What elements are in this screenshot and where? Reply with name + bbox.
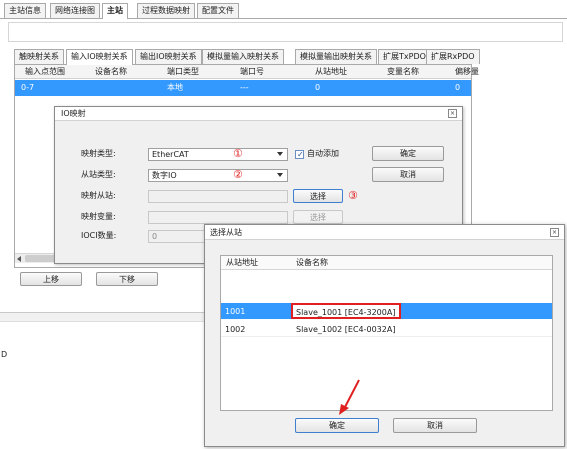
select-cancel-button[interactable]: 取消 [393, 418, 477, 433]
cell-port-type: 本地 [167, 83, 183, 92]
map-slave-field [148, 190, 288, 203]
cell-input-range: 0-7 [21, 83, 35, 92]
list-item-name: Slave_1001 [EC4-3200A] [296, 308, 396, 317]
scroll-left-arrow-icon[interactable] [17, 256, 21, 262]
auto-add-label: 自动添加 [307, 149, 339, 158]
subtab-ext-rxpdo[interactable]: 扩展RxPDO [426, 49, 480, 64]
slave-list-header: 从站地址 设备名称 [221, 256, 552, 270]
select-slave-dialog: 选择从站 × 从站地址 设备名称 1001 Slave_1001 [EC4-32… [204, 224, 565, 447]
col-input-range[interactable]: 输入点范围 [25, 65, 65, 78]
info-area [8, 22, 563, 42]
map-type-value: EtherCAT [152, 150, 189, 159]
select-variable-button: 选择 [293, 210, 343, 224]
io-dialog-title: IO映射 [61, 109, 86, 118]
tab-master[interactable]: 主站 [102, 3, 128, 19]
table-header: 输入点范围 设备名称 端口类型 端口号 从站地址 变量名称 偏移量 [15, 65, 479, 79]
list-item-address: 1001 [225, 307, 246, 316]
map-type-select[interactable]: EtherCAT [148, 148, 288, 161]
col-offset[interactable]: 偏移量 [455, 65, 479, 78]
cell-offset: 0 [455, 83, 461, 92]
subtab-analog-output-map[interactable]: 模拟量输出映射关系 [295, 49, 377, 64]
slave-type-select[interactable]: 数字IO [148, 169, 288, 182]
col-variable-name[interactable]: 变量名称 [387, 65, 419, 78]
lower-panel-text: D [1, 350, 8, 359]
select-slave-button[interactable]: 选择 [293, 189, 343, 203]
col-device-name[interactable]: 设备名称 [95, 65, 127, 78]
subtab-ext-txpdo[interactable]: 扩展TxPDO [378, 49, 431, 64]
subtab-trigger-map[interactable]: 触映射关系 [14, 49, 64, 64]
tab-master-info[interactable]: 主站信息 [4, 3, 46, 18]
io-cancel-button[interactable]: 取消 [372, 167, 444, 182]
highlight-box: Slave_1001 [EC4-3200A] [291, 303, 401, 319]
lower-panel-header [0, 313, 210, 322]
map-slave-label: 映射从站: [81, 191, 116, 200]
io-confirm-button[interactable]: 确定 [372, 146, 444, 161]
sub-tab-bar: 触映射关系 输入IO映射关系 输出IO映射关系 模拟量输入映射关系 模拟量输出映… [0, 49, 567, 65]
map-variable-field [148, 211, 288, 224]
io-dialog-titlebar: IO映射 × [55, 107, 462, 121]
tab-config-file[interactable]: 配置文件 [197, 3, 239, 18]
close-icon[interactable]: × [448, 109, 457, 118]
subtab-analog-input-map[interactable]: 模拟量输入映射关系 [202, 49, 284, 64]
col-port-number[interactable]: 端口号 [240, 65, 264, 78]
red-arrow-icon [339, 379, 360, 415]
select-dialog-titlebar: 选择从站 × [205, 225, 564, 240]
slave-list: 从站地址 设备名称 1001 Slave_1001 [EC4-3200A] 10… [220, 255, 553, 411]
auto-add-checkbox[interactable]: ✓ [295, 150, 304, 159]
step-marker-2: ② [233, 168, 243, 181]
list-item-address: 1002 [225, 325, 246, 334]
col-slave-address[interactable]: 从站地址 [315, 65, 347, 78]
step-marker-1: ① [233, 147, 243, 160]
list-item[interactable]: 1002 Slave_1002 [EC4-0032A] [221, 322, 552, 337]
list-item[interactable]: 1001 Slave_1001 [EC4-3200A] [221, 303, 552, 319]
select-confirm-button[interactable]: 确定 [295, 418, 379, 433]
col-slave-address[interactable]: 从站地址 [226, 256, 258, 269]
col-device-name[interactable]: 设备名称 [296, 256, 328, 269]
col-port-type[interactable]: 端口类型 [167, 65, 199, 78]
table-row[interactable]: 0-7 本地 --- 0 0 [15, 80, 471, 96]
cell-port-number: --- [240, 83, 249, 92]
tab-content-border [0, 18, 567, 19]
cell-slave-address: 0 [315, 83, 321, 92]
checkmark-icon: ✓ [297, 150, 304, 159]
map-type-label: 映射类型: [81, 149, 116, 158]
slave-type-label: 从站类型: [81, 170, 116, 179]
chevron-down-icon [277, 173, 283, 177]
step-marker-3: ③ [348, 189, 358, 202]
subtab-output-io-map[interactable]: 输出IO映射关系 [135, 49, 202, 64]
top-tab-bar: 主站信息 网络连接图 主站 过程数据映射 配置文件 [0, 3, 567, 19]
chevron-down-icon [277, 152, 283, 156]
ioc-count-label: IOCI数量: [81, 231, 117, 240]
move-up-button[interactable]: 上移 [20, 272, 82, 286]
tab-process-data-mapping[interactable]: 过程数据映射 [137, 3, 195, 18]
move-down-button[interactable]: 下移 [96, 272, 158, 286]
slave-type-value: 数字IO [152, 171, 177, 180]
list-item-name: Slave_1002 [EC4-0032A] [296, 325, 396, 334]
tab-network-diagram[interactable]: 网络连接图 [50, 3, 100, 18]
select-dialog-title: 选择从站 [210, 228, 242, 237]
map-variable-label: 映射变量: [81, 212, 116, 221]
subtab-input-io-map[interactable]: 输入IO映射关系 [66, 49, 133, 65]
close-icon[interactable]: × [550, 228, 559, 237]
